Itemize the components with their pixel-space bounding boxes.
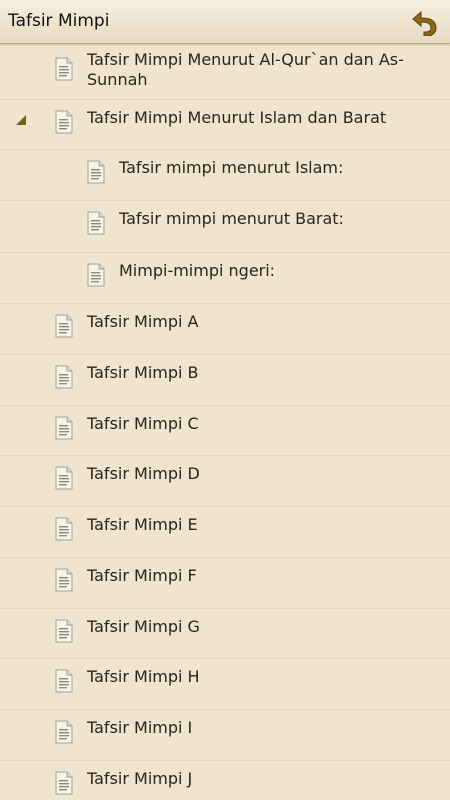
document-icon: [54, 466, 74, 490]
list-item-label: Tafsir Mimpi Menurut Islam dan Barat: [87, 108, 387, 127]
list-item[interactable]: Tafsir Mimpi Menurut Al-Qur`an dan As-Su…: [0, 44, 450, 100]
list-item-label: Tafsir Mimpi B: [87, 363, 199, 382]
list-item-label: Tafsir Mimpi F: [87, 566, 197, 585]
app-window: Tafsir Mimpi Tafsir Mimpi Menurut Al-Qur…: [0, 0, 450, 800]
document-icon: [54, 314, 74, 338]
page-title: Tafsir Mimpi: [8, 11, 110, 31]
list-item-label: Tafsir mimpi menurut Barat:: [119, 209, 344, 228]
list-item-label: Tafsir Mimpi I: [87, 718, 193, 737]
document-icon: [54, 365, 74, 389]
list-item[interactable]: Tafsir Mimpi E: [0, 507, 450, 558]
document-icon: [54, 669, 74, 693]
list-item[interactable]: Tafsir Mimpi I: [0, 710, 450, 761]
list-item-label: Tafsir Mimpi A: [87, 312, 199, 331]
document-icon: [54, 517, 74, 541]
document-icon: [86, 211, 106, 235]
document-icon: [86, 263, 106, 287]
document-icon: [54, 416, 74, 440]
list-item-label: Tafsir Mimpi C: [87, 414, 199, 433]
list-item[interactable]: Mimpi-mimpi ngeri:: [0, 253, 450, 304]
list-item-label: Tafsir Mimpi H: [87, 667, 200, 686]
list-item-label: Tafsir Mimpi J: [87, 769, 193, 788]
expander-triangle-icon[interactable]: [16, 110, 26, 125]
list-item[interactable]: Tafsir Mimpi B: [0, 355, 450, 406]
document-icon: [54, 110, 74, 134]
list-item[interactable]: Tafsir Mimpi D: [0, 456, 450, 507]
list-item-label: Tafsir Mimpi G: [87, 617, 200, 636]
list-item[interactable]: Tafsir Mimpi G: [0, 609, 450, 659]
list-item-label: Tafsir Mimpi Menurut Al-Qur`an dan As-Su…: [87, 50, 404, 89]
list-item-label: Tafsir Mimpi E: [87, 515, 198, 534]
list-item-label: Mimpi-mimpi ngeri:: [119, 261, 276, 280]
list-item[interactable]: Tafsir Mimpi A: [0, 304, 450, 355]
list-item[interactable]: Tafsir Mimpi H: [0, 659, 450, 710]
list-item[interactable]: Tafsir Mimpi C: [0, 406, 450, 456]
document-icon: [54, 771, 74, 795]
back-button[interactable]: [408, 5, 442, 39]
document-icon: [54, 568, 74, 592]
list-item-label: Tafsir Mimpi D: [87, 464, 200, 483]
list-item[interactable]: Tafsir Mimpi J: [0, 761, 450, 800]
list-item[interactable]: Tafsir mimpi menurut Islam:: [0, 150, 450, 201]
tree-list: Tafsir Mimpi Menurut Al-Qur`an dan As-Su…: [0, 44, 450, 800]
document-icon: [86, 160, 106, 184]
document-icon: [54, 720, 74, 744]
action-bar: Tafsir Mimpi: [0, 0, 450, 44]
document-icon: [54, 57, 74, 81]
list-item[interactable]: Tafsir Mimpi F: [0, 558, 450, 609]
list-item-label: Tafsir mimpi menurut Islam:: [119, 158, 344, 177]
list-item[interactable]: Tafsir Mimpi Menurut Islam dan Barat: [0, 100, 450, 150]
document-icon: [54, 619, 74, 643]
list-item[interactable]: Tafsir mimpi menurut Barat:: [0, 201, 450, 253]
back-arrow-icon: [412, 10, 437, 36]
